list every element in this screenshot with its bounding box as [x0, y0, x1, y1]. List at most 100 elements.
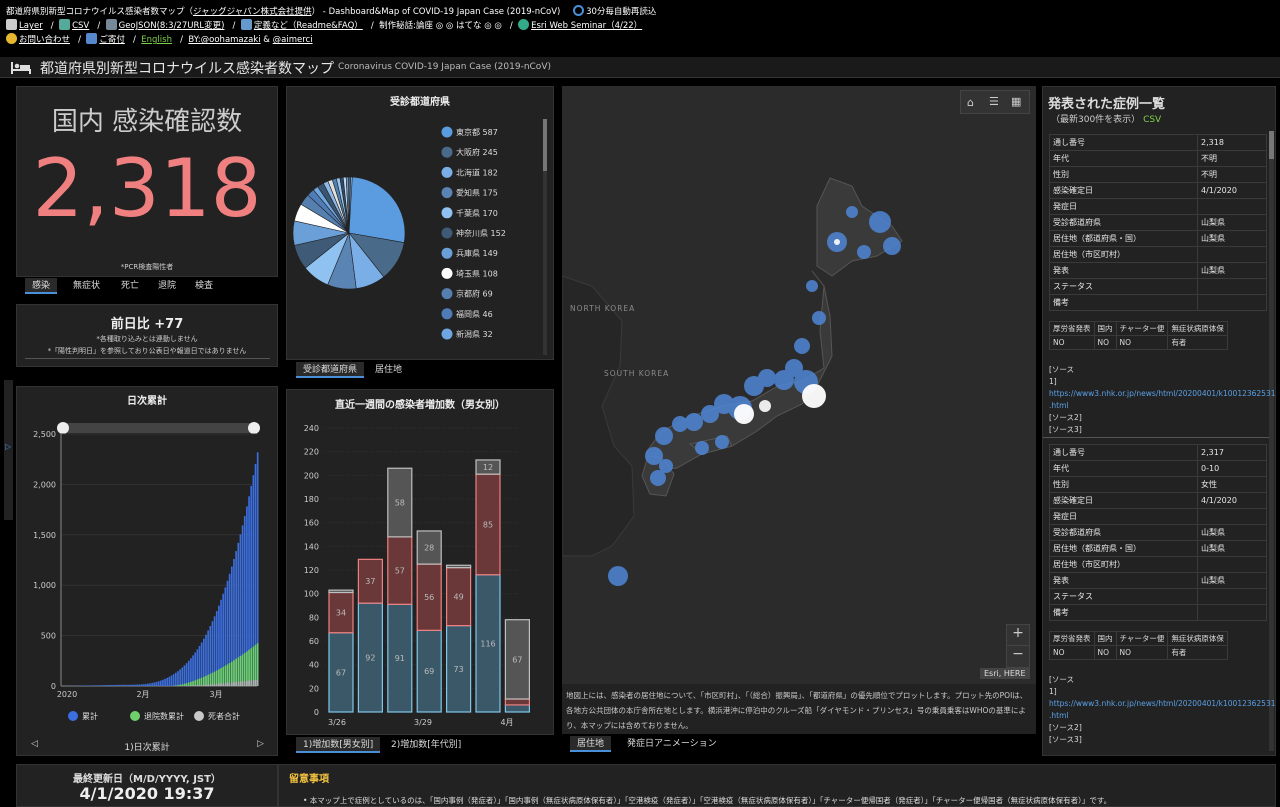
- cumulative-bar: [179, 669, 181, 686]
- legend-label: 千葉県 170: [456, 208, 498, 218]
- legend-label: 東京都 587: [456, 127, 498, 137]
- case-record: 通し番号 2,317 年代 0-10 性別 女性 感染確定日 4/1/2020 発症日 …: [1049, 444, 1275, 746]
- prev-chart-button[interactable]: ◁: [31, 739, 38, 749]
- cumulative-bar: [187, 660, 190, 686]
- map-view[interactable]: NORTH KOREA SOUTH KOREA ⌂ ☰ ▦ + − Esri, …: [562, 86, 1036, 684]
- tab-clinic-prefecture[interactable]: 受診都道府県: [296, 362, 365, 378]
- range-handle-right: [248, 422, 260, 434]
- data-label: 34: [336, 609, 346, 618]
- recovered-bar: [177, 685, 179, 686]
- case-csv-link[interactable]: CSV: [1143, 115, 1161, 125]
- english-link[interactable]: English: [141, 35, 172, 45]
- next-chart-button[interactable]: ▷: [257, 739, 264, 749]
- source3-link[interactable]: [ソース3]: [1049, 424, 1267, 436]
- qr-code-icon[interactable]: ▦: [1011, 95, 1021, 108]
- y-tick-label: 1,000: [33, 581, 56, 590]
- source-link[interactable]: https://www3.nhk.or.jp/news/html/2020040…: [1049, 699, 1275, 708]
- death-bar: [209, 684, 212, 686]
- legend-swatch: [441, 328, 453, 340]
- tab-onset-animation[interactable]: 発症日アニメーション: [620, 736, 724, 752]
- recovered-bar: [190, 681, 192, 686]
- tab-discharged[interactable]: 退院: [151, 278, 183, 294]
- zoom-in-button[interactable]: +: [1007, 625, 1029, 646]
- y-tick-label: 2,000: [33, 480, 56, 489]
- recovered-bar: [181, 684, 184, 686]
- japan-map[interactable]: NORTH KOREA SOUTH KOREA: [562, 86, 1036, 684]
- cumulative-bar: [125, 684, 128, 686]
- donate-link[interactable]: ご寄付: [99, 35, 125, 45]
- cumulative-bar: [131, 684, 134, 686]
- death-bar: [235, 681, 237, 686]
- geojson-icon: [105, 19, 117, 30]
- source3-link[interactable]: [ソース3]: [1049, 734, 1267, 746]
- source-link[interactable]: https://www3.nhk.or.jp/news/html/2020040…: [1049, 389, 1275, 398]
- range-slider: [61, 423, 257, 433]
- sponsor-link[interactable]: ジャッグジャパン株式会社提供: [193, 7, 312, 17]
- tab-asymptomatic[interactable]: 無症状: [66, 278, 107, 294]
- tab-by-age[interactable]: 2)増加数[年代別]: [384, 737, 468, 753]
- legend-list-icon[interactable]: ☰: [989, 95, 999, 108]
- recovered-bar: [215, 670, 218, 686]
- geojson-link[interactable]: GeoJSON(8:3/27URL変更): [119, 21, 225, 31]
- tab-tests[interactable]: 検査: [188, 278, 220, 294]
- cumulative-bar: [170, 675, 173, 686]
- last-updated-value: 4/1/2020 19:37: [79, 784, 215, 803]
- layer-link[interactable]: Layer: [19, 21, 43, 31]
- recovered-bar: [203, 676, 205, 686]
- death-bar: [218, 683, 220, 686]
- source2-link[interactable]: [ソース2]: [1049, 412, 1267, 424]
- cumulative-bar: [153, 682, 156, 686]
- hospital-bed-icon: [11, 62, 31, 74]
- chevron-right-icon[interactable]: ▷: [5, 442, 11, 451]
- tab-residence[interactable]: 居住地: [368, 362, 409, 378]
- cumulative-bar: [185, 663, 188, 686]
- recovered-bar: [254, 644, 257, 686]
- legend-scrollbar[interactable]: [543, 119, 547, 355]
- tab-map-residence[interactable]: 居住地: [570, 736, 612, 752]
- weekly-bar-chart: 0 20 40 60 80 100 120 140 160 180 200 220 240 67 34 92 3…: [304, 424, 530, 727]
- tab-deaths[interactable]: 死亡: [114, 278, 146, 294]
- csv-link[interactable]: CSV: [72, 21, 89, 31]
- recovered-bar: [194, 680, 197, 686]
- y-tick-label: 240: [304, 424, 319, 433]
- side-panel-toggle[interactable]: ▷: [4, 380, 13, 520]
- death-bar: [194, 685, 197, 686]
- recovered-bar: [228, 662, 231, 686]
- legend-swatch: [441, 126, 453, 138]
- y-tick-label: 500: [41, 632, 56, 641]
- esri-seminar-link[interactable]: Esri Web Seminar（4/22）: [531, 21, 642, 31]
- data-label: 58: [395, 499, 405, 508]
- cumulative-bar: [172, 674, 175, 686]
- recovered-bar: [220, 668, 222, 686]
- weekly-tabs: 1)増加数[男女別] 2)増加数[年代別]: [286, 736, 554, 756]
- x-tick-label: 4月: [500, 718, 513, 727]
- recovered-bar: [241, 654, 244, 686]
- data-label: 92: [365, 654, 375, 663]
- data-label: 56: [424, 593, 434, 602]
- cumulative-bar: [93, 685, 95, 686]
- home-icon[interactable]: ⌂: [967, 96, 974, 109]
- y-tick-label: 0: [314, 708, 319, 717]
- total-cases-panel: 国内 感染確認数 2,318 *PCR検査陽性者: [16, 86, 278, 277]
- cumulative-bar: [97, 685, 100, 686]
- source2-link[interactable]: [ソース2]: [1049, 722, 1267, 734]
- coauthor-link[interactable]: @aimerci: [273, 35, 313, 45]
- y-tick-label: 20: [309, 684, 319, 693]
- legend-label: 新潟県 32: [456, 329, 493, 339]
- cumulative-bar: [140, 684, 143, 686]
- legend-label: 累計: [82, 711, 98, 721]
- tab-by-gender[interactable]: 1)増加数[男女別]: [296, 737, 381, 753]
- author-link[interactable]: BY:@oohamazaki: [188, 35, 260, 45]
- x-tick-label: 3月: [209, 690, 222, 699]
- cumulative-panel: 日次累計 0 500 1,000 1,500 2,000 2,500 2020 2月 3月 累計退…: [16, 386, 278, 756]
- readme-link[interactable]: 定義など（Readme&FAQ）: [254, 21, 363, 31]
- tab-infected[interactable]: 感染: [25, 278, 58, 294]
- map-toolbar: ⌂ ☰ ▦: [960, 90, 1030, 114]
- death-bar: [250, 680, 253, 686]
- cumulative-bar: [183, 665, 186, 686]
- notice-panel: 留意事項 • 本マップ上で症例としているのは、「国内事例（発症者）」「国内事例（…: [278, 764, 1276, 807]
- data-label: 73: [454, 665, 464, 674]
- case-list-scrollbar[interactable]: [1269, 131, 1274, 751]
- zoom-out-button[interactable]: −: [1007, 646, 1029, 667]
- contact-link[interactable]: お問い合わせ: [19, 35, 70, 45]
